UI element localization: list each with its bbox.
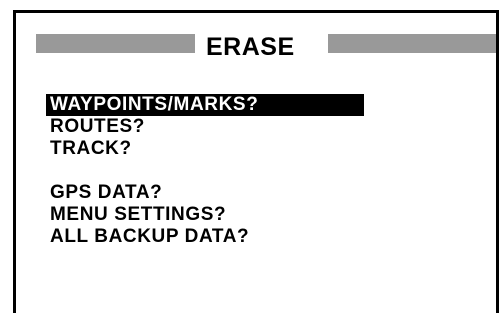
menu-item-waypoints-marks[interactable]: WAYPOINTS/MARKS? — [46, 94, 364, 116]
menu-item-label: WAYPOINTS/MARKS? — [46, 94, 364, 116]
menu-item-all-backup-data[interactable]: ALL BACKUP DATA? — [46, 226, 364, 248]
title-bar: ERASE — [36, 31, 496, 63]
title-bar-left-fill — [36, 34, 195, 53]
menu-item-routes[interactable]: ROUTES? — [46, 116, 364, 138]
menu-item-gps-data[interactable]: GPS DATA? — [46, 182, 364, 204]
menu-item-track[interactable]: TRACK? — [46, 138, 364, 160]
erase-menu-screen: ERASE WAYPOINTS/MARKS? ROUTES? TRACK? GP… — [13, 10, 499, 313]
erase-options-menu: WAYPOINTS/MARKS? ROUTES? TRACK? GPS DATA… — [46, 94, 364, 248]
screen-title: ERASE — [206, 33, 295, 61]
menu-item-menu-settings[interactable]: MENU SETTINGS? — [46, 204, 364, 226]
title-bar-right-fill — [328, 34, 496, 53]
menu-spacer — [46, 160, 364, 182]
